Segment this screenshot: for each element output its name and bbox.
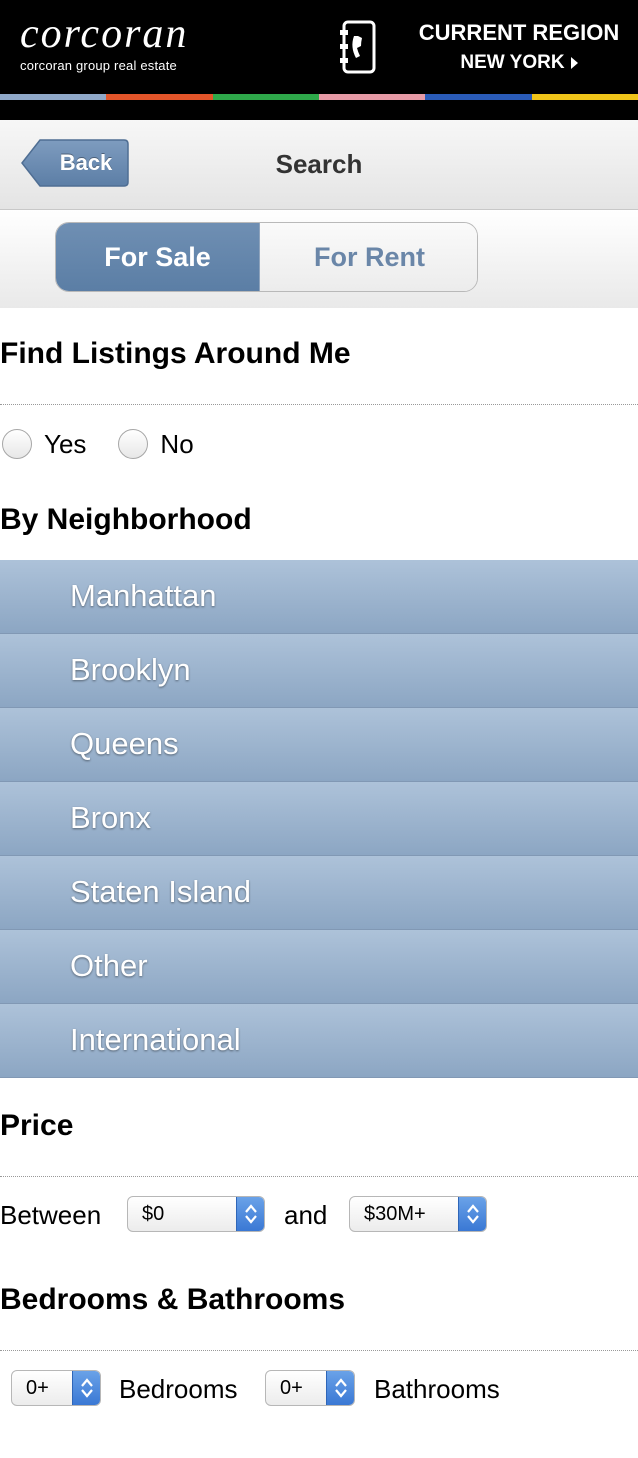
- bathrooms-select[interactable]: 0+: [265, 1370, 355, 1406]
- radio-no[interactable]: No: [118, 428, 194, 460]
- radio-yes-label: Yes: [44, 428, 87, 459]
- phone-book-icon[interactable]: [338, 20, 378, 74]
- neighborhood-item-brooklyn[interactable]: Brooklyn: [0, 634, 638, 708]
- logo-wordmark: corcoran: [20, 11, 189, 57]
- neighborhood-item-other[interactable]: Other: [0, 930, 638, 1004]
- min-price-select[interactable]: $0: [127, 1196, 265, 1232]
- back-button-label: Back: [59, 150, 113, 175]
- neighborhood-item-manhattan[interactable]: Manhattan: [0, 560, 638, 634]
- radio-button[interactable]: [2, 429, 32, 459]
- listing-type-toggle: For Sale For Rent: [55, 222, 478, 292]
- bathrooms-value: 0+: [280, 1377, 303, 1399]
- between-label: Between: [0, 1200, 102, 1230]
- radio-button[interactable]: [118, 429, 149, 459]
- neighborhood-item-staten-island[interactable]: Staten Island: [0, 856, 638, 930]
- around-me-heading: Find Listings Around Me: [0, 337, 351, 370]
- bedrooms-select[interactable]: 0+: [11, 1370, 101, 1406]
- strip-segment: [318, 94, 426, 100]
- strip-segment: [0, 94, 107, 100]
- strip-segment: [531, 94, 638, 100]
- neighborhood-item-bronx[interactable]: Bronx: [0, 782, 638, 856]
- bathrooms-label: Bathrooms: [374, 1374, 500, 1404]
- price-heading: Price: [0, 1109, 74, 1142]
- select-arrows-icon: [326, 1371, 354, 1405]
- neighborhood-item-queens[interactable]: Queens: [0, 708, 638, 782]
- divider: [0, 1176, 638, 1177]
- strip-segment: [425, 94, 532, 100]
- back-button[interactable]: Back: [20, 138, 130, 188]
- chevron-right-icon: [570, 57, 578, 69]
- neighborhood-list: Manhattan Brooklyn Queens Bronx Staten I…: [0, 560, 638, 1078]
- nav-bar: Search Back: [0, 120, 638, 210]
- max-price-select[interactable]: $30M+: [349, 1196, 487, 1232]
- divider: [0, 1350, 638, 1351]
- corcoran-logo[interactable]: corcoran corcoran group real estate: [20, 10, 188, 73]
- region-name: NEW YORK: [460, 48, 578, 78]
- region-title: CURRENT REGION: [418, 20, 620, 45]
- rooms-filters: 0+ Bedrooms 0+ Bathrooms: [0, 1370, 638, 1410]
- rooms-heading: Bedrooms & Bathrooms: [0, 1283, 346, 1316]
- bedrooms-label: Bedrooms: [119, 1374, 238, 1404]
- for-sale-tab[interactable]: For Sale: [56, 223, 260, 291]
- bedrooms-value: 0+: [26, 1377, 49, 1399]
- radio-no-label: No: [160, 428, 194, 459]
- app-header: corcoran corcoran group real estate CURR…: [0, 0, 638, 120]
- strip-segment: [212, 94, 319, 100]
- around-me-options: Yes No: [0, 426, 194, 462]
- select-arrows-icon: [458, 1197, 486, 1231]
- color-strip: [0, 94, 638, 100]
- logo-tagline: corcoran group real estate: [20, 58, 177, 73]
- listing-type-bar: For Sale For Rent: [0, 210, 638, 308]
- region-name-label: NEW YORK: [460, 52, 565, 73]
- for-rent-tab[interactable]: For Rent: [260, 223, 477, 291]
- strip-segment: [106, 94, 213, 100]
- radio-yes[interactable]: Yes: [2, 429, 86, 460]
- and-label: and: [284, 1200, 328, 1230]
- price-range: Between $0 and $30M+: [0, 1196, 638, 1236]
- neighborhood-item-international[interactable]: International: [0, 1004, 638, 1078]
- select-arrows-icon: [236, 1197, 264, 1231]
- current-region-selector[interactable]: CURRENT REGION NEW YORK: [400, 18, 638, 78]
- max-price-value: $30M+: [364, 1203, 426, 1225]
- neighborhood-heading: By Neighborhood: [0, 503, 252, 536]
- divider: [0, 404, 638, 405]
- min-price-value: $0: [142, 1203, 165, 1225]
- select-arrows-icon: [72, 1371, 100, 1405]
